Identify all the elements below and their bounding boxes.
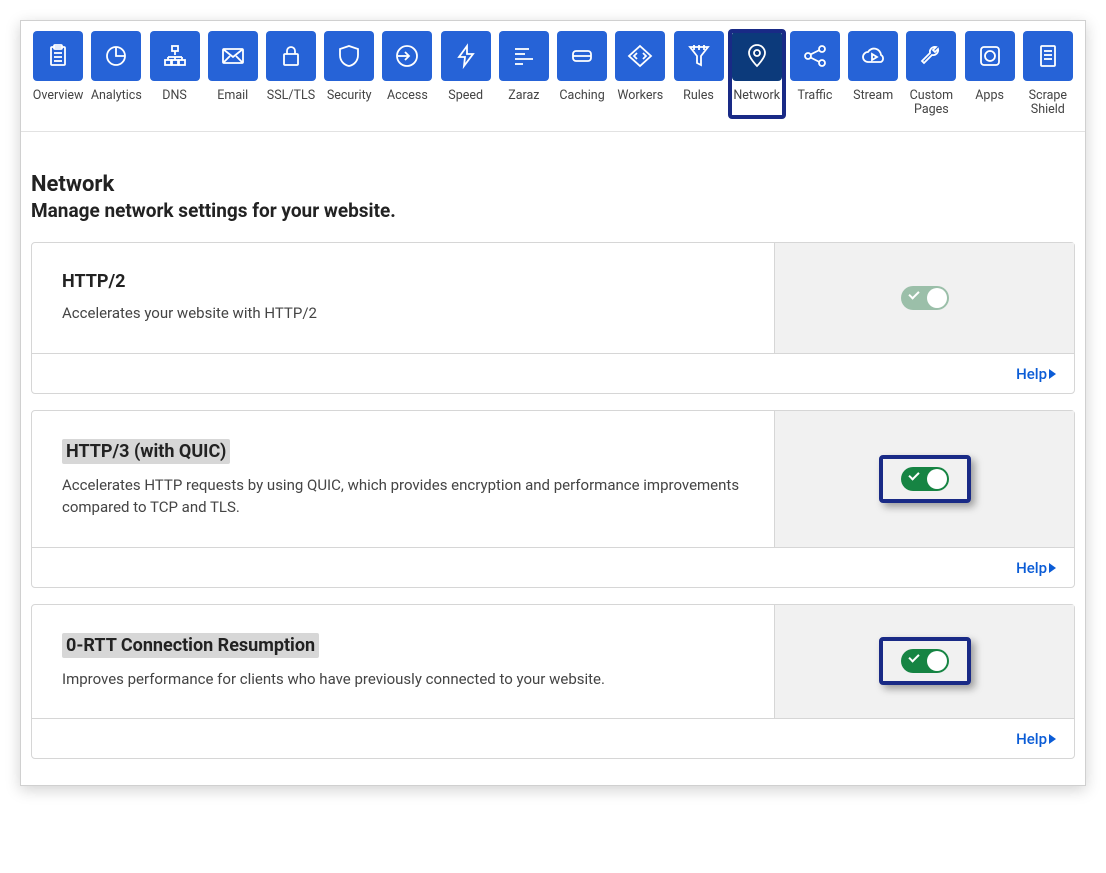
check-icon <box>908 469 919 480</box>
pin-icon <box>732 31 782 81</box>
login-icon <box>382 31 432 81</box>
top-nav: Overview Analytics DNS Email SSL/TLS Security… <box>21 21 1085 132</box>
help-link[interactable]: Help <box>1016 730 1056 748</box>
mail-icon <box>208 31 258 81</box>
toggle-knob <box>927 288 947 308</box>
nav-item-custompages[interactable]: Custom Pages <box>904 31 958 117</box>
nav-item-security[interactable]: Security <box>322 31 376 117</box>
toggle-knob <box>927 469 947 489</box>
help-link[interactable]: Help <box>1016 559 1056 577</box>
nav-label: Email <box>206 89 260 103</box>
app-frame: Overview Analytics DNS Email SSL/TLS Security… <box>20 20 1086 786</box>
nav-item-apps[interactable]: Apps <box>963 31 1017 117</box>
nav-label: Overview <box>31 89 85 103</box>
card-title: HTTP/2 <box>62 271 126 292</box>
card-footer: Help <box>32 547 1074 587</box>
toggle-switch[interactable] <box>901 649 949 673</box>
nav-item-network[interactable]: Network <box>730 31 784 117</box>
pie-icon <box>91 31 141 81</box>
nav-label: Network <box>730 89 784 103</box>
check-icon <box>908 652 919 663</box>
nav-item-ssl[interactable]: SSL/TLS <box>264 31 318 117</box>
nav-label: Caching <box>555 89 609 103</box>
chevron-right-icon <box>1049 563 1056 573</box>
highlight-frame <box>879 637 971 685</box>
code-icon <box>615 31 665 81</box>
card-description: Accelerates HTTP requests by using QUIC,… <box>62 474 744 519</box>
card-left: HTTP/2 Accelerates your website with HTTP… <box>32 243 774 353</box>
nav-item-access[interactable]: Access <box>380 31 434 117</box>
nav-label: Analytics <box>89 89 143 103</box>
card-title: HTTP/3 (with QUIC) <box>62 439 230 464</box>
toggle-knob <box>927 651 947 671</box>
help-label: Help <box>1016 365 1047 383</box>
lock-icon <box>266 31 316 81</box>
app-icon <box>965 31 1015 81</box>
help-link[interactable]: Help <box>1016 365 1056 383</box>
card-description: Accelerates your website with HTTP/2 <box>62 302 744 325</box>
highlight-frame <box>879 455 971 503</box>
shield-icon <box>324 31 374 81</box>
clipboard-icon <box>33 31 83 81</box>
nav-item-dns[interactable]: DNS <box>147 31 201 117</box>
nav-label: Speed <box>439 89 493 103</box>
nav-label: SSL/TLS <box>264 89 318 103</box>
nav-item-stream[interactable]: Stream <box>846 31 900 117</box>
nav-label: Stream <box>846 89 900 103</box>
nav-item-zaraz[interactable]: Zaraz <box>497 31 551 117</box>
card-control <box>774 243 1074 353</box>
drive-icon <box>557 31 607 81</box>
page-content: Network Manage network settings for your… <box>21 132 1085 786</box>
nav-item-scrapeshield[interactable]: Scrape Shield <box>1021 31 1075 117</box>
nav-label: Workers <box>613 89 667 103</box>
card-left: HTTP/3 (with QUIC) Accelerates HTTP reque… <box>32 411 774 547</box>
wrench-icon <box>906 31 956 81</box>
nav-label: Scrape Shield <box>1021 89 1075 117</box>
sitemap-icon <box>150 31 200 81</box>
share-icon <box>790 31 840 81</box>
nav-item-rules[interactable]: Rules <box>671 31 725 117</box>
card-description: Improves performance for clients who hav… <box>62 668 744 691</box>
nav-label: DNS <box>147 89 201 103</box>
chevron-right-icon <box>1049 734 1056 744</box>
card-footer: Help <box>32 353 1074 393</box>
check-icon <box>908 288 919 299</box>
card-footer: Help <box>32 718 1074 758</box>
nav-label: Zaraz <box>497 89 551 103</box>
nav-label: Apps <box>963 89 1017 103</box>
bolt-icon <box>441 31 491 81</box>
nav-label: Access <box>380 89 434 103</box>
bars-icon <box>499 31 549 81</box>
chevron-right-icon <box>1049 369 1056 379</box>
nav-label: Custom Pages <box>904 89 958 117</box>
nav-label: Rules <box>671 89 725 103</box>
card-title: 0-RTT Connection Resumption <box>62 633 319 658</box>
funnel-icon <box>674 31 724 81</box>
setting-card: 0-RTT Connection Resumption Improves perf… <box>31 604 1075 760</box>
doc-lines-icon <box>1023 31 1073 81</box>
nav-item-workers[interactable]: Workers <box>613 31 667 117</box>
nav-item-speed[interactable]: Speed <box>439 31 493 117</box>
setting-card: HTTP/2 Accelerates your website with HTTP… <box>31 242 1075 394</box>
nav-item-analytics[interactable]: Analytics <box>89 31 143 117</box>
nav-label: Traffic <box>788 89 842 103</box>
card-control <box>774 605 1074 719</box>
nav-item-email[interactable]: Email <box>206 31 260 117</box>
nav-item-caching[interactable]: Caching <box>555 31 609 117</box>
setting-card: HTTP/3 (with QUIC) Accelerates HTTP reque… <box>31 410 1075 588</box>
nav-item-overview[interactable]: Overview <box>31 31 85 117</box>
cloud-play-icon <box>848 31 898 81</box>
page-title: Network <box>31 172 1075 197</box>
card-control <box>774 411 1074 547</box>
help-label: Help <box>1016 559 1047 577</box>
toggle-switch[interactable] <box>901 286 949 310</box>
card-left: 0-RTT Connection Resumption Improves perf… <box>32 605 774 719</box>
help-label: Help <box>1016 730 1047 748</box>
toggle-switch[interactable] <box>901 467 949 491</box>
page-subtitle: Manage network settings for your website… <box>31 199 1075 222</box>
nav-label: Security <box>322 89 376 103</box>
nav-item-traffic[interactable]: Traffic <box>788 31 842 117</box>
